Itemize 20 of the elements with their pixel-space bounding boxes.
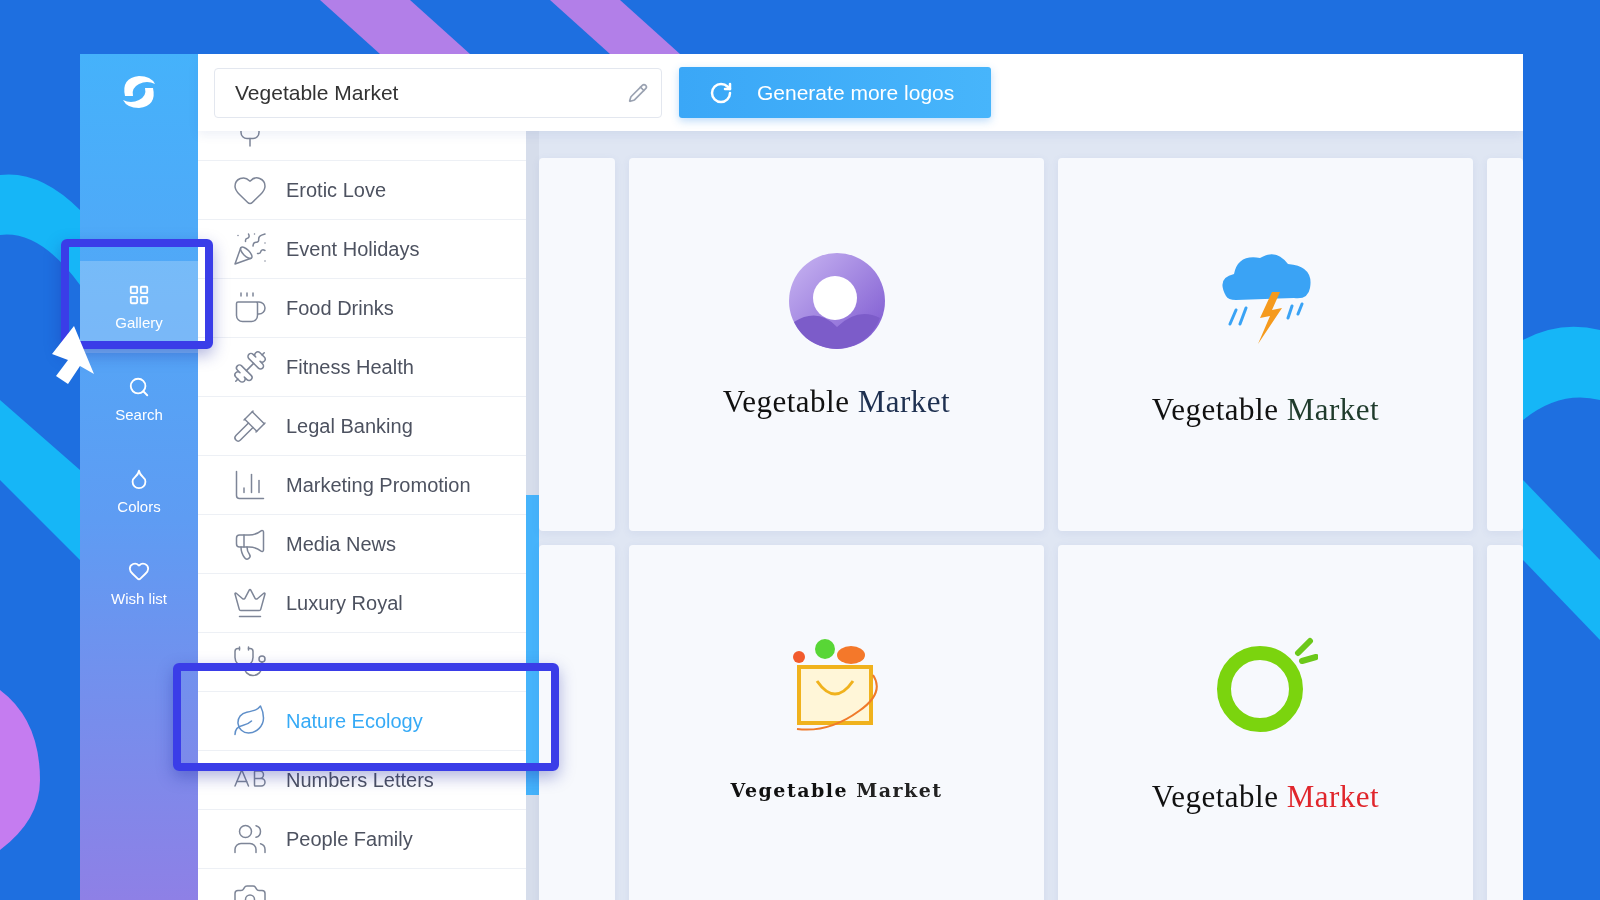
gavel-icon [232, 408, 268, 444]
logo-card[interactable]: Vegetable Market [629, 158, 1044, 531]
logo-card[interactable]: Vegetable Market [1058, 158, 1473, 531]
pencil-icon[interactable] [628, 82, 648, 103]
search-icon [128, 375, 150, 398]
category-item[interactable]: Numbers Letters [198, 751, 526, 810]
party-popper-icon [232, 231, 268, 267]
ring-logo-icon [787, 252, 886, 350]
scrollbar-thumb[interactable] [526, 495, 539, 795]
logo-wordmark: Vegetable Market [722, 384, 951, 420]
logo-card[interactable]: Vegetable Market [1058, 545, 1473, 900]
logo-name-field[interactable]: Vegetable Market [214, 67, 662, 118]
logo-wordmark: Vegetable Market [730, 779, 943, 801]
dumbbell-icon [232, 349, 268, 385]
grid-icon [128, 283, 150, 306]
category-item[interactable]: Fitness Health [198, 338, 526, 397]
logo-card[interactable]: Vegetable Market [629, 545, 1044, 900]
refresh-icon [709, 80, 733, 105]
logo-wordmark: Vegetable Market [1151, 779, 1380, 815]
logo-wordmark: Vegetable Market [1151, 392, 1380, 428]
